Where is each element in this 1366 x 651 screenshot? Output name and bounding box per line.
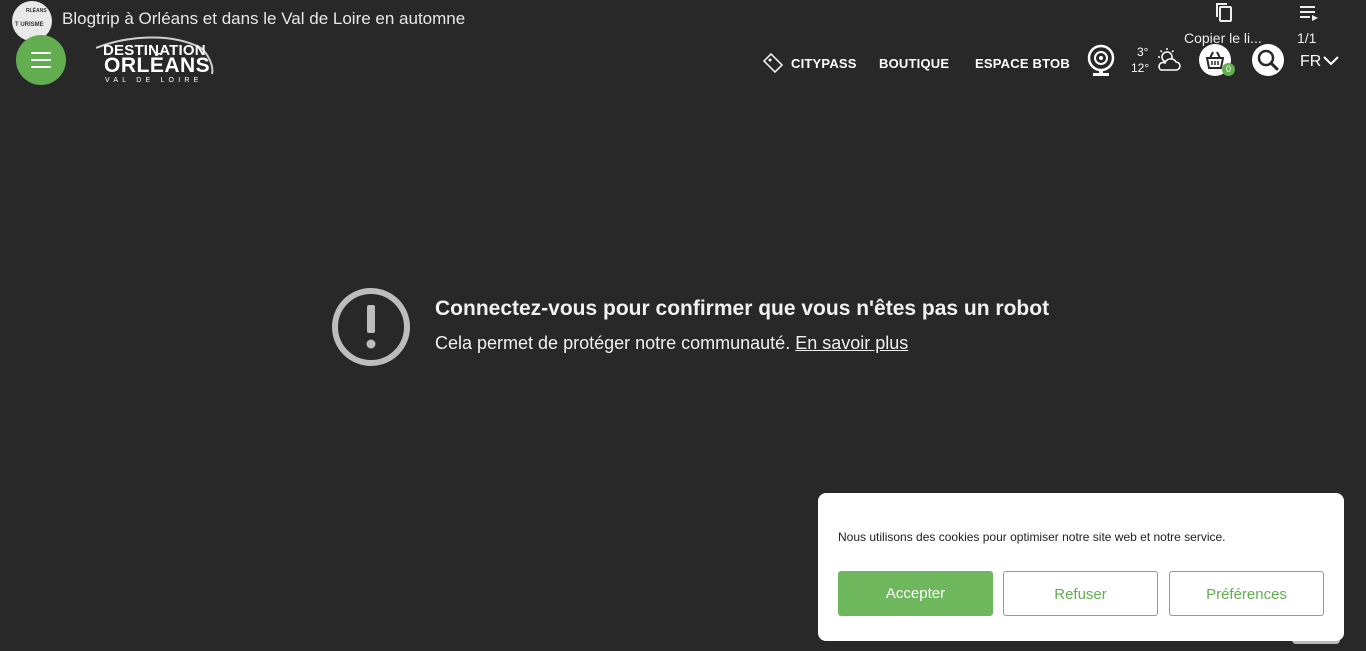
robot-check-description: Cela permet de protéger notre communauté… (435, 333, 791, 353)
playlist-counter: 1/1 (1297, 30, 1317, 46)
playlist-button[interactable]: 1/1 (1290, 0, 1330, 48)
menu-button[interactable] (16, 35, 66, 85)
copy-icon (1216, 3, 1232, 22)
video-title[interactable]: Blogtrip à Orléans et dans le Val de Loi… (62, 9, 465, 29)
accept-cookies-button[interactable]: Accepter (838, 571, 993, 616)
search-icon (1257, 49, 1279, 71)
cookie-preferences-button[interactable]: Préférences (1169, 571, 1324, 616)
cookie-message: Nous utilisons des cookies pour optimise… (838, 530, 1226, 544)
partly-cloudy-icon (1158, 48, 1181, 71)
ticket-icon (762, 53, 784, 73)
robot-check-title: Connectez-vous pour confirmer que vous n… (435, 297, 1050, 320)
nav-citypass[interactable]: CITYPASS (791, 56, 857, 71)
alert-circle-icon (332, 288, 410, 366)
webcam-icon[interactable] (1086, 44, 1116, 78)
refuse-cookies-button[interactable]: Refuser (1003, 571, 1158, 616)
language-selector[interactable]: FR (1300, 53, 1321, 71)
nav-boutique[interactable]: BOUTIQUE (879, 56, 949, 71)
site-logo[interactable]: DESTINATION ORLÉANS VAL DE LOIRE (96, 36, 221, 88)
chevron-down-icon[interactable] (1322, 55, 1340, 67)
channel-avatar-text-top: RLÉANS (26, 8, 47, 14)
logo-line-2: ORLÉANS (104, 54, 211, 77)
cookie-banner: Nous utilisons des cookies pour optimise… (818, 493, 1344, 641)
temperature-high: 12° (1131, 61, 1150, 75)
playlist-icon (1300, 6, 1318, 21)
temperature-low: 3° (1137, 45, 1149, 59)
search-button[interactable] (1252, 44, 1284, 76)
copy-link-button[interactable]: Copier le li... (1180, 0, 1266, 48)
learn-more-link[interactable]: En savoir plus (795, 333, 908, 353)
cart-count-badge: 0 (1222, 63, 1235, 76)
robot-check-text: Cela permet de protéger notre communauté… (435, 333, 908, 354)
channel-avatar-text-bottom: T URISME (15, 22, 44, 28)
logo-line-3: VAL DE LOIRE (105, 77, 203, 84)
nav-espace-btob[interactable]: ESPACE BTOB (975, 56, 1070, 71)
